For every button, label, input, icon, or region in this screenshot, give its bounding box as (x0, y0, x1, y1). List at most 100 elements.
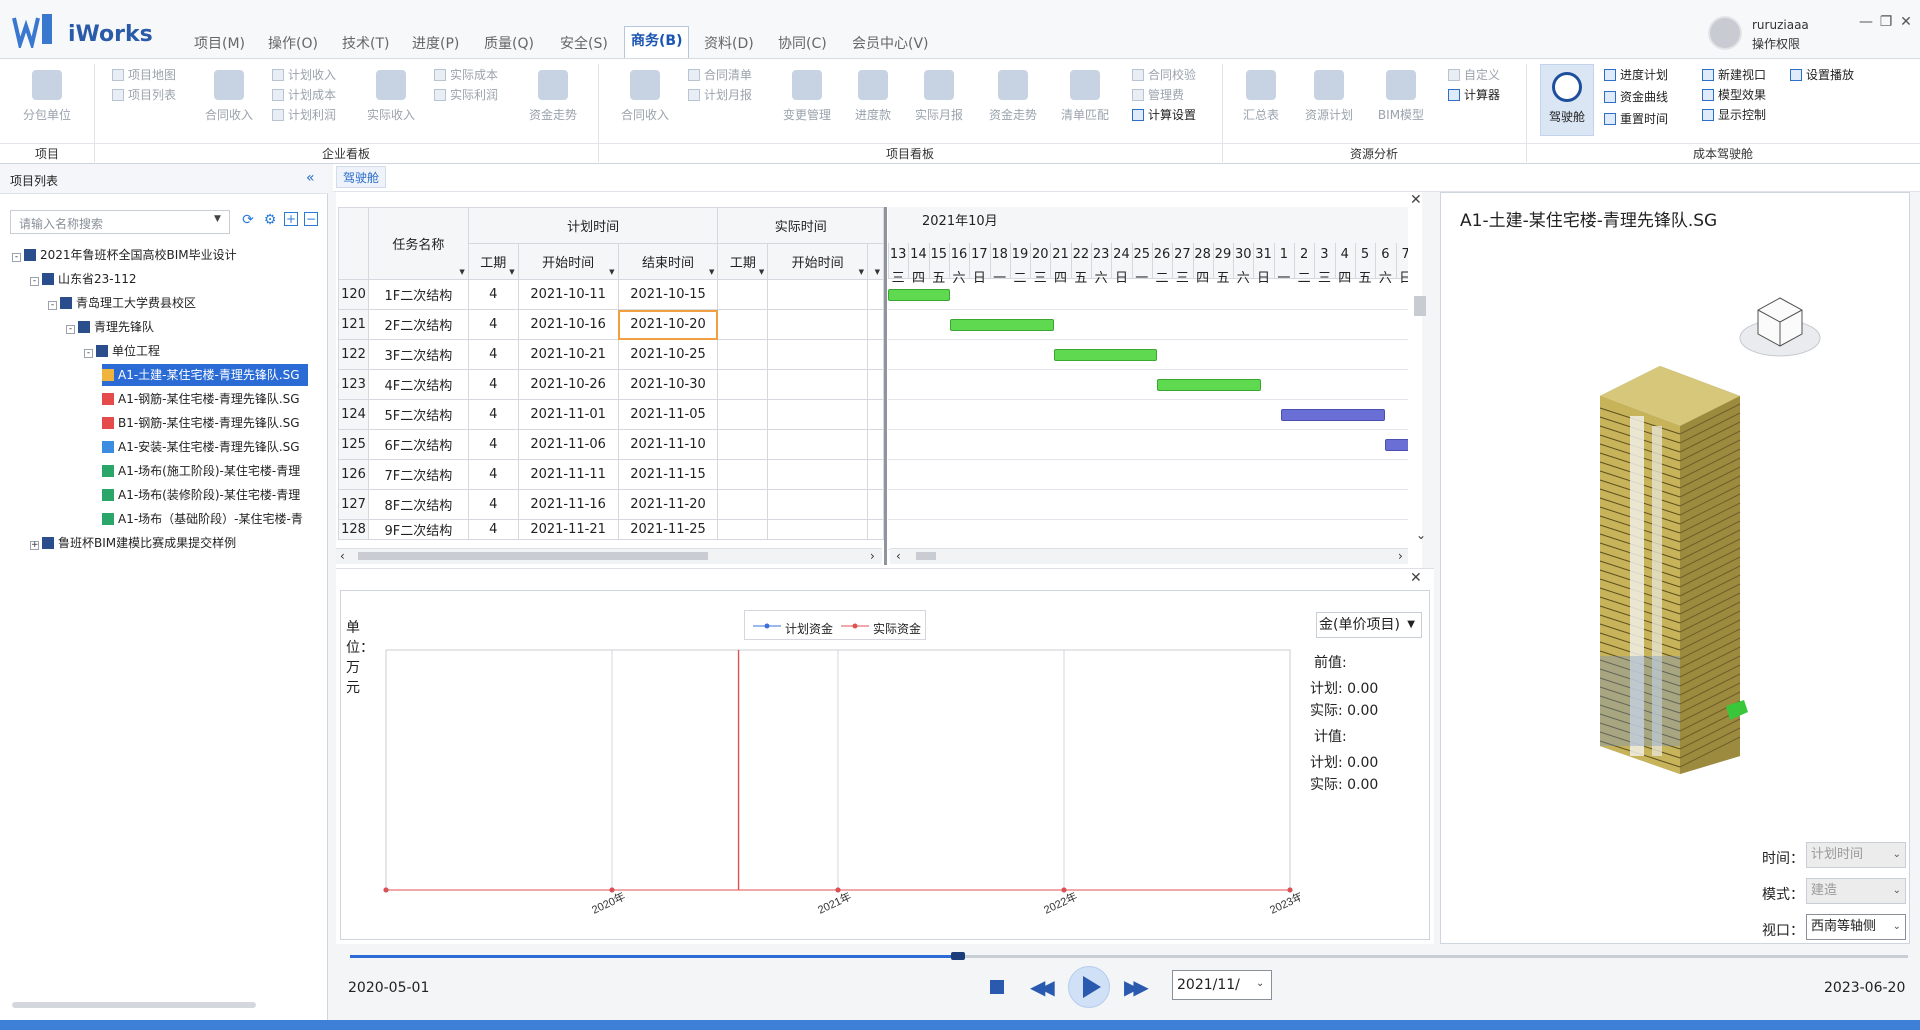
task-name-cell[interactable]: 8F二次结构 (367, 489, 469, 520)
gantt-task-bar[interactable] (1384, 439, 1408, 451)
duration-cell[interactable]: 4 (467, 459, 519, 490)
chevron-down-icon[interactable]: ⌄ (1256, 978, 1264, 989)
actual-start-header[interactable]: 开始时间 ▼ (767, 243, 869, 280)
management-fee-button[interactable]: 管理费 (1132, 86, 1184, 104)
tree-node[interactable]: - 2021年鲁班杯全国高校BIM毕业设计 (12, 244, 237, 266)
duration-cell[interactable]: 4 (467, 429, 519, 460)
table-row[interactable]: 122 3F二次结构 4 2021-10-21 2021-10-25 (338, 339, 884, 370)
table-row[interactable]: 121 2F二次结构 4 2021-10-16 2021-10-20 (338, 309, 884, 340)
start-time-cell[interactable]: 2021-10-21 (517, 339, 619, 370)
scroll-left-arrow-icon[interactable]: ‹ (340, 549, 345, 563)
plan-monthly-button[interactable]: 计划月报 (688, 86, 752, 104)
project-list-button[interactable]: 项目列表 (112, 86, 176, 104)
scroll-right-arrow-icon[interactable]: › (1398, 549, 1403, 563)
calc-settings-button[interactable]: 计算设置 (1132, 106, 1196, 124)
collapse-node-icon[interactable]: - (66, 325, 75, 334)
end-time-cell[interactable]: 2021-10-20 (617, 309, 719, 340)
table-row[interactable]: 127 8F二次结构 4 2021-11-16 2021-11-20 (338, 489, 884, 520)
start-time-cell[interactable]: 2021-11-21 (517, 519, 619, 540)
chart-close-icon[interactable]: ✕ (1410, 570, 1422, 586)
row-number[interactable]: 124 (338, 399, 369, 430)
start-time-cell[interactable]: 2021-10-16 (517, 309, 619, 340)
end-time-cell[interactable]: 2021-11-15 (617, 459, 719, 490)
end-time-cell[interactable]: 2021-10-30 (617, 369, 719, 400)
project-search-input[interactable]: 请输入名称搜索 (10, 210, 230, 234)
progress-plan-checkbox[interactable]: 进度计划 (1604, 66, 1668, 84)
row-number[interactable]: 126 (338, 459, 369, 490)
end-time-cell[interactable]: 2021-11-20 (617, 489, 719, 520)
table-horizontal-scroll-thumb[interactable] (358, 552, 708, 560)
summary-table-button[interactable]: 汇总表 (1226, 70, 1296, 123)
actual-cost-button[interactable]: 实际成本 (434, 66, 498, 84)
bim-model-button[interactable]: BIM模型 (1366, 70, 1436, 123)
duration-header[interactable]: 工期 ▼ (467, 243, 519, 280)
menu-project[interactable]: 项目(M) (188, 32, 251, 56)
timeline-horizontal-scrollbar[interactable] (890, 548, 1408, 564)
gantt-task-bar[interactable] (1281, 409, 1385, 421)
tree-node[interactable]: A1-钢筋-某住宅楼-青理先锋队.SG (102, 388, 300, 410)
actual-profit-button[interactable]: 实际利润 (434, 86, 498, 104)
tree-node[interactable]: - 单位工程 (84, 340, 160, 362)
row-number[interactable]: 127 (338, 489, 369, 520)
gantt-vertical-scroll-thumb[interactable] (1414, 296, 1426, 316)
table-row[interactable]: 123 4F二次结构 4 2021-10-26 2021-10-30 (338, 369, 884, 400)
row-number[interactable]: 128 (338, 519, 369, 540)
viewport-select[interactable]: 西南等轴侧 ⌄ (1806, 914, 1906, 940)
tree-node[interactable]: B1-钢筋-某住宅楼-青理先锋队.SG (102, 412, 300, 434)
gantt-vertical-scrollbar[interactable] (1410, 290, 1428, 548)
contract-check-button[interactable]: 合同校验 (1132, 66, 1196, 84)
contract-income-button-2[interactable]: 合同收入 (610, 70, 680, 123)
gantt-task-bar[interactable] (950, 319, 1054, 331)
menu-operation[interactable]: 操作(O) (262, 32, 324, 56)
tree-node[interactable]: - 青理先锋队 (66, 316, 154, 338)
tree-node[interactable]: A1-土建-某住宅楼-青理先锋队.SG (102, 364, 308, 386)
tree-node[interactable]: - 山东省23-112 (30, 268, 137, 290)
actual-income-button[interactable]: 实际收入 (356, 70, 426, 123)
timeline-progress-handle[interactable] (950, 952, 965, 960)
table-row[interactable]: 120 1F二次结构 4 2021-10-11 2021-10-15 (338, 279, 884, 310)
gantt-close-icon[interactable]: ✕ (1410, 192, 1422, 208)
plan-profit-button[interactable]: 计划利润 (272, 106, 336, 124)
collapse-node-icon[interactable]: - (48, 301, 57, 310)
menu-technology[interactable]: 技术(T) (336, 32, 395, 56)
gantt-task-bar[interactable] (1053, 349, 1158, 361)
tab-cockpit[interactable]: 驾驶舱 (336, 166, 387, 188)
actual-duration-header[interactable]: 工期 ▼ (717, 243, 769, 280)
progress-payment-button[interactable]: 进度款 (838, 70, 908, 123)
menu-documents[interactable]: 资料(D) (698, 32, 760, 56)
timeline-horizontal-scroll-thumb[interactable] (916, 552, 936, 560)
task-name-cell[interactable]: 4F二次结构 (367, 369, 469, 400)
task-name-cell[interactable]: 9F二次结构 (367, 519, 469, 540)
contract-list-button[interactable]: 合同清单 (688, 66, 752, 84)
start-time-cell[interactable]: 2021-10-11 (517, 279, 619, 310)
expand-node-icon[interactable]: + (30, 541, 39, 550)
column-filter-header[interactable]: ▼ (867, 243, 884, 280)
fund-trend-button-2[interactable]: 资金走势 (978, 70, 1048, 123)
contract-income-button[interactable]: 合同收入 (194, 70, 264, 123)
tree-horizontal-scrollbar[interactable] (12, 1002, 256, 1008)
start-time-header[interactable]: 开始时间 ▼ (517, 243, 619, 280)
task-name-cell[interactable]: 5F二次结构 (367, 399, 469, 430)
collapse-panel-icon[interactable]: « (306, 170, 315, 186)
gantt-task-bar[interactable] (1157, 379, 1261, 391)
duration-cell[interactable]: 4 (467, 399, 519, 430)
stop-button[interactable] (990, 980, 1004, 994)
start-time-cell[interactable]: 2021-11-06 (517, 429, 619, 460)
fund-type-select[interactable]: 金(单价项目) ▼ (1316, 612, 1422, 638)
gantt-splitter[interactable] (884, 207, 887, 565)
row-number[interactable]: 123 (338, 369, 369, 400)
scroll-down-arrow-icon[interactable]: ⌄ (1416, 528, 1426, 542)
mode-select[interactable]: 建造 ⌄ (1806, 878, 1906, 904)
duration-cell[interactable]: 4 (467, 309, 519, 340)
scroll-left-arrow-icon[interactable]: ‹ (896, 549, 901, 563)
close-icon[interactable]: ✕ (1894, 14, 1918, 30)
table-row[interactable]: 125 6F二次结构 4 2021-11-06 2021-11-10 (338, 429, 884, 460)
fund-trend-button[interactable]: 资金走势 (518, 70, 588, 123)
expand-all-icon[interactable]: + (284, 212, 298, 226)
next-button[interactable]: ▶▶ (1124, 975, 1149, 999)
row-number[interactable]: 122 (338, 339, 369, 370)
table-row[interactable]: 124 5F二次结构 4 2021-11-01 2021-11-05 (338, 399, 884, 430)
collapse-node-icon[interactable]: - (84, 349, 93, 358)
collapse-node-icon[interactable]: - (30, 277, 39, 286)
start-time-cell[interactable]: 2021-11-01 (517, 399, 619, 430)
